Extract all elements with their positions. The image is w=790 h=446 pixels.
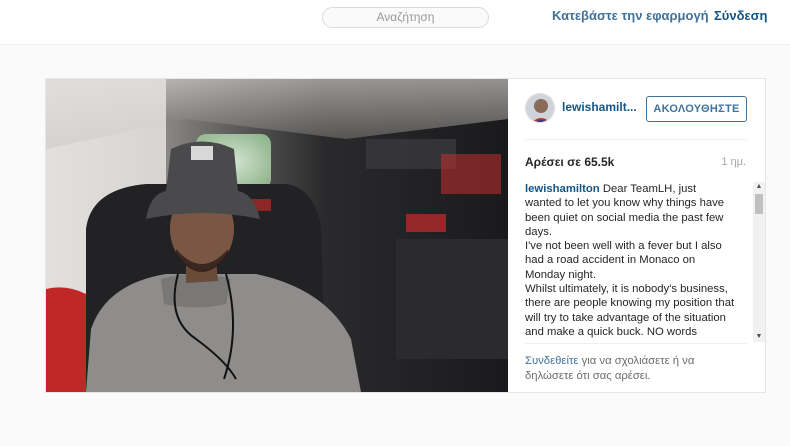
post-timestamp[interactable]: 1 ημ. bbox=[721, 156, 746, 168]
caption-scrollbar[interactable]: ▲ ▼ bbox=[753, 182, 765, 342]
likes-count[interactable]: Αρέσει σε 65.5k bbox=[525, 155, 614, 169]
login-comment-link[interactable]: Συνδεθείτε bbox=[525, 355, 578, 367]
scroll-up-arrow-icon[interactable]: ▲ bbox=[753, 182, 765, 192]
top-navbar: Αναζήτηση Κατεβάστε την εφαρμογή Σύνδεση bbox=[0, 0, 790, 45]
scroll-thumb[interactable] bbox=[755, 194, 763, 214]
login-link[interactable]: Σύνδεση bbox=[714, 8, 768, 23]
post-caption: lewishamilton Dear TeamLH, just wanted t… bbox=[525, 182, 735, 339]
follow-button[interactable]: ΑΚΟΛΟΥΘΗΣΤΕ bbox=[646, 96, 747, 122]
get-app-link[interactable]: Κατεβάστε την εφαρμογή bbox=[552, 8, 709, 23]
avatar-image bbox=[526, 94, 554, 122]
avatar[interactable] bbox=[525, 93, 555, 123]
divider bbox=[525, 139, 747, 140]
search-input[interactable]: Αναζήτηση bbox=[322, 7, 489, 28]
post-username[interactable]: lewishamilt... bbox=[562, 100, 637, 114]
post-photo[interactable] bbox=[46, 79, 508, 392]
caption-text: Dear TeamLH, just wanted to let you know… bbox=[525, 183, 735, 338]
login-to-comment: Συνδεθείτε για να σχολιάσετε ή να δηλώσε… bbox=[525, 354, 735, 384]
post-card: lewishamilt... ΑΚΟΛΟΥΘΗΣΤΕ Αρέσει σε 65.… bbox=[45, 78, 766, 393]
divider bbox=[525, 343, 747, 344]
post-photo-image bbox=[46, 79, 508, 392]
scroll-down-arrow-icon[interactable]: ▼ bbox=[753, 332, 765, 342]
caption-username[interactable]: lewishamilton bbox=[525, 183, 600, 195]
post-sidebar: lewishamilt... ΑΚΟΛΟΥΘΗΣΤΕ Αρέσει σε 65.… bbox=[508, 79, 765, 392]
caption-scroll-area[interactable]: lewishamilton Dear TeamLH, just wanted t… bbox=[525, 182, 765, 342]
